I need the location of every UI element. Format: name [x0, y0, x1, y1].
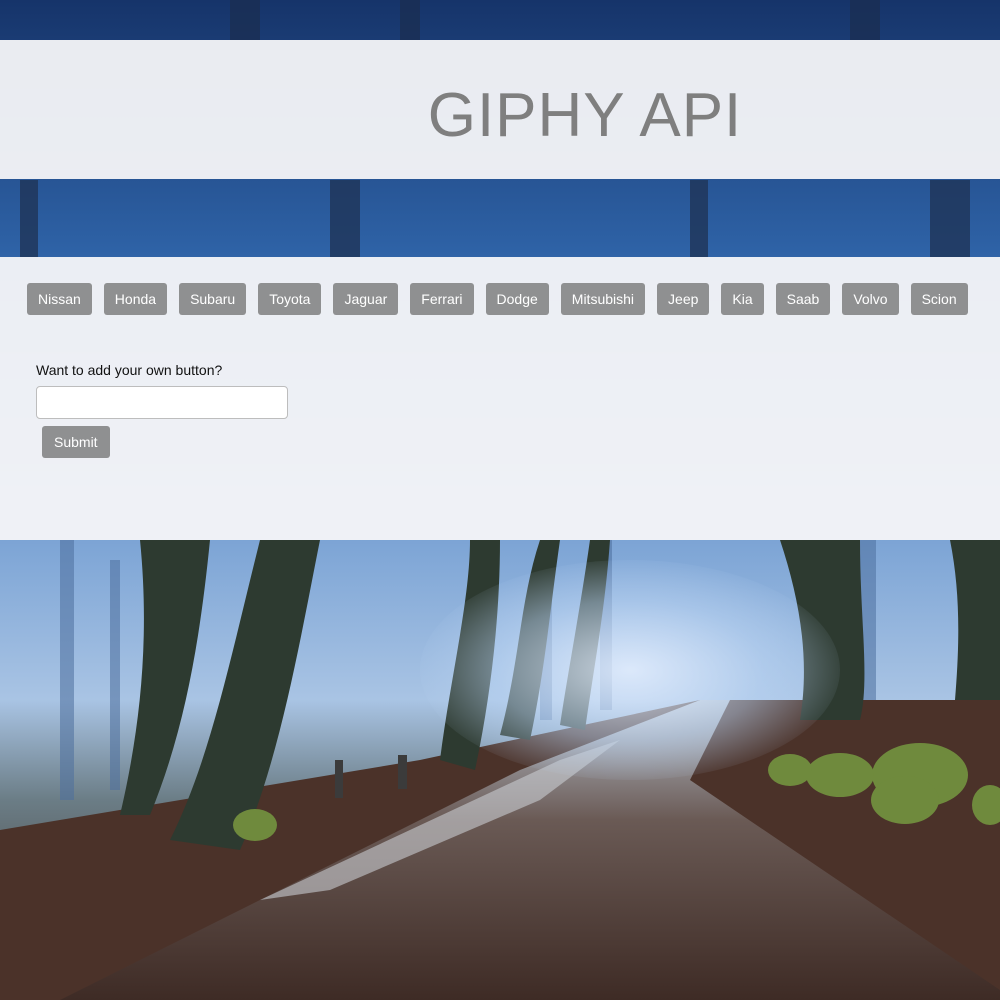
car-button-row: Nissan Honda Subaru Toyota Jaguar Ferrar… [27, 283, 968, 315]
submit-button[interactable]: Submit [42, 426, 110, 458]
car-button-honda[interactable]: Honda [103, 283, 168, 315]
page: GIPHY API Nissan Honda Subaru Toyota Jag… [0, 0, 1000, 1000]
car-button-toyota[interactable]: Toyota [258, 283, 322, 315]
car-button-ferrari[interactable]: Ferrari [410, 283, 474, 315]
add-button-label: Want to add your own button? [36, 362, 223, 378]
car-button-jeep[interactable]: Jeep [657, 283, 710, 315]
car-button-scion[interactable]: Scion [910, 283, 968, 315]
fog-glow [420, 560, 840, 780]
add-button-input[interactable] [36, 386, 288, 419]
car-button-jaguar[interactable]: Jaguar [333, 283, 399, 315]
car-button-volvo[interactable]: Volvo [842, 283, 899, 315]
page-title: GIPHY API [427, 81, 743, 150]
car-button-saab[interactable]: Saab [775, 283, 831, 315]
car-button-dodge[interactable]: Dodge [485, 283, 549, 315]
car-button-mitsubishi[interactable]: Mitsubishi [560, 283, 646, 315]
car-button-kia[interactable]: Kia [721, 283, 764, 315]
car-button-subaru[interactable]: Subaru [179, 283, 247, 315]
car-button-nissan[interactable]: Nissan [27, 283, 92, 315]
